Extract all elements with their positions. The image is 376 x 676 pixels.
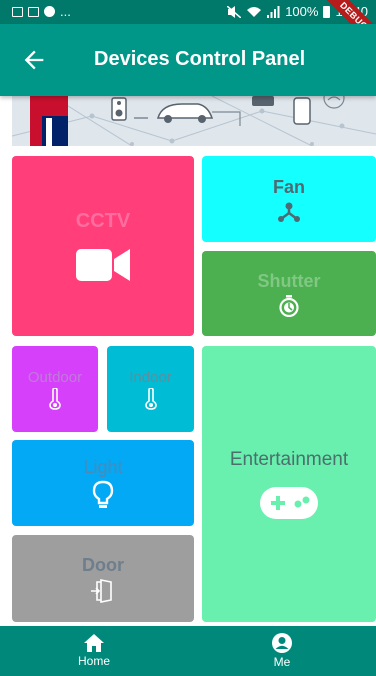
home-icon xyxy=(84,634,104,652)
app-bar: Devices Control Panel xyxy=(0,24,376,96)
battery-percent: 100% xyxy=(285,4,319,19)
outdoor-tile[interactable]: Outdoor xyxy=(12,346,98,432)
thermometer-icon xyxy=(49,387,61,410)
nav-label-home: Home xyxy=(77,654,110,668)
door-tile[interactable]: Door xyxy=(12,535,194,622)
back-button[interactable] xyxy=(20,46,48,74)
cctv-tile[interactable]: CCTV xyxy=(12,156,194,336)
videocam-icon xyxy=(76,248,130,281)
lightbulb-icon xyxy=(92,480,114,508)
wifi-icon xyxy=(247,6,262,17)
nav-item-me[interactable]: Me xyxy=(188,626,376,676)
light-tile[interactable]: Light xyxy=(12,440,194,526)
image-notification-icon xyxy=(12,6,23,17)
page-title: Devices Control Panel xyxy=(94,48,306,70)
notification-icons: ... xyxy=(12,4,71,19)
timer-icon xyxy=(279,294,299,317)
banner-image xyxy=(12,96,376,146)
shutter-tile[interactable]: Shutter xyxy=(202,251,376,336)
account-circle-icon xyxy=(272,633,292,653)
app-notification-icon xyxy=(44,6,55,17)
card-notification-icon xyxy=(28,6,39,17)
cctv-label: CCTV xyxy=(75,209,131,232)
door-enter-icon xyxy=(91,578,112,603)
nav-label-me: Me xyxy=(273,655,291,669)
smart-home-illustration xyxy=(12,96,376,146)
nav-item-home[interactable]: Home xyxy=(0,626,188,676)
door-label: Door xyxy=(82,554,124,575)
indoor-label: Indoor xyxy=(129,368,172,386)
mute-icon xyxy=(227,5,242,18)
device-hub-icon xyxy=(278,202,300,222)
shutter-label: Shutter xyxy=(257,270,321,291)
entertainment-label: Entertainment xyxy=(229,449,349,470)
arrow-back-icon xyxy=(24,50,44,70)
gamepad-icon xyxy=(260,487,318,519)
status-bar: ... 100% 19:40 DEBUG xyxy=(0,0,376,56)
entertainment-tile[interactable]: Entertainment xyxy=(202,346,376,622)
indoor-tile[interactable]: Indoor xyxy=(107,346,194,432)
outdoor-label: Outdoor xyxy=(27,368,83,386)
signal-icon xyxy=(267,5,280,18)
fan-label: Fan xyxy=(272,176,305,197)
fan-tile[interactable]: Fan xyxy=(202,156,376,242)
battery-icon xyxy=(323,5,331,18)
more-notifications-indicator: ... xyxy=(60,4,71,19)
thermometer-icon xyxy=(144,387,157,410)
bottom-navigation: Home Me xyxy=(0,626,376,676)
light-label: Light xyxy=(83,456,123,477)
